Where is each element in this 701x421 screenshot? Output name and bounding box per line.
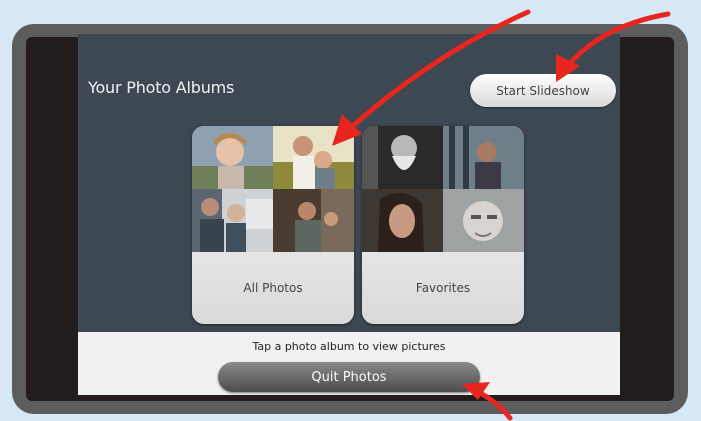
photo-thumbnail (273, 189, 354, 252)
start-slideshow-button[interactable]: Start Slideshow (470, 74, 616, 107)
album-thumbnail-grid (362, 126, 524, 252)
photo-thumbnail (192, 126, 273, 189)
album-label: All Photos (243, 281, 303, 295)
photo-thumbnail (192, 189, 273, 252)
album-all-photos[interactable]: All Photos (192, 126, 354, 324)
photo-thumbnail (362, 189, 443, 252)
photos-app-screen: Your Photo Albums Start Slideshow All Ph… (78, 34, 620, 395)
album-label: Favorites (415, 281, 471, 295)
photo-thumbnail (362, 126, 443, 189)
quit-photos-button[interactable]: Quit Photos (218, 362, 480, 392)
bottom-bar: Tap a photo album to view pictures Quit … (78, 332, 620, 395)
photo-thumbnail (443, 189, 524, 252)
page-title: Your Photo Albums (88, 78, 235, 97)
photo-thumbnail (273, 126, 354, 189)
album-favorites[interactable]: Favorites (362, 126, 524, 324)
instruction-text: Tap a photo album to view pictures (252, 340, 446, 353)
album-thumbnail-grid (192, 126, 354, 252)
photo-thumbnail (443, 126, 524, 189)
